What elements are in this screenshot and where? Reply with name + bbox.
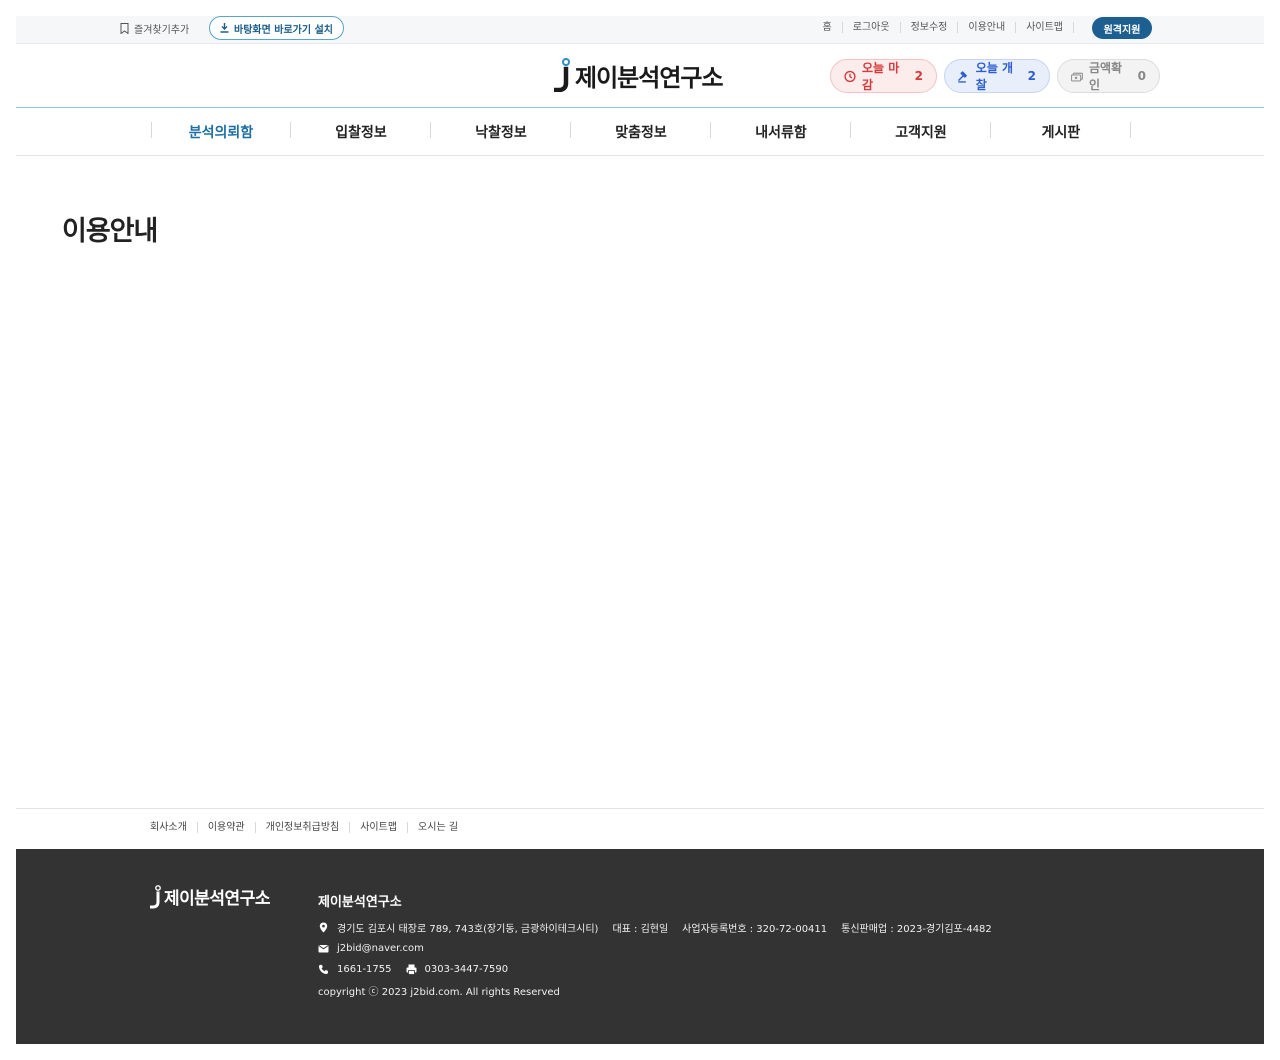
nav-item-customer-support[interactable]: 고객지원 [851, 108, 991, 156]
footer-email: j2bid@naver.com [337, 943, 424, 954]
footer-ceo: 대표 : 김현일 [612, 924, 669, 935]
footer-fax: 0303-3447-7590 [424, 964, 509, 975]
nav-item-custom-info[interactable]: 맞춤정보 [571, 108, 711, 156]
site-footer: 제이분석연구소 제이분석연구소 경기도 김포시 태장로 789, 743호(장기… [16, 849, 1264, 1044]
footer-link-row: 회사소개 이용약관 개인정보취급방침 사이트맵 오시는 길 [140, 822, 468, 833]
main-nav-list: 분석의뢰함 입찰정보 낙찰정보 맞춤정보 내서류함 고객지원 게시판 [151, 108, 1131, 156]
footer-email-line: j2bid@naver.com [318, 938, 992, 959]
bookmark-icon [120, 23, 129, 34]
footer-company-info: 제이분석연구소 경기도 김포시 태장로 789, 743호(장기동, 금광하이테… [318, 891, 992, 1001]
footer-link-privacy[interactable]: 개인정보취급방침 [254, 822, 350, 833]
footer-contact-line: 1661-1755 0303-3447-7590 [318, 959, 992, 980]
footer-logo: 제이분석연구소 [150, 885, 270, 909]
amount-check-count: 0 [1137, 69, 1146, 83]
mail-icon [318, 945, 329, 953]
download-icon [220, 23, 229, 33]
logo-mark-icon [554, 58, 570, 92]
today-opening-label: 오늘 개찰 [975, 61, 1014, 92]
footer-address: 경기도 김포시 태장로 789, 743호(장기동, 금광하이테크시티) [337, 924, 599, 935]
page-title: 이용안내 [62, 216, 158, 247]
nav-item-my-documents[interactable]: 내서류함 [711, 108, 851, 156]
site-header: 제이분석연구소 오늘 마감 2 오늘 개찰 2 금액확인 0 [16, 44, 1264, 108]
footer-copyright: copyright ⓒ 2023 j2bid.com. All rights R… [318, 987, 560, 998]
remote-support-button[interactable]: 원격지원 [1092, 17, 1152, 39]
footer-link-terms[interactable]: 이용약관 [196, 822, 255, 833]
today-deadline-label: 오늘 마감 [862, 61, 900, 92]
today-deadline-count: 2 [914, 69, 923, 83]
home-link[interactable]: 홈 [813, 22, 842, 33]
footer-links: 회사소개 이용약관 개인정보취급방침 사이트맵 오시는 길 [16, 808, 1264, 849]
desktop-shortcut-button[interactable]: 바탕화면 바로가기 설치 [209, 16, 344, 40]
today-opening-button[interactable]: 오늘 개찰 2 [944, 59, 1050, 93]
footer-link-sitemap[interactable]: 사이트맵 [349, 822, 407, 833]
money-icon [1071, 72, 1083, 82]
footer-business-number: 사업자등록번호 : 320-72-00411 [682, 924, 828, 935]
footer-address-line: 경기도 김포시 태장로 789, 743호(장기동, 금광하이테크시티) 대표 … [318, 917, 992, 938]
logo-text: 제이분석연구소 [575, 64, 724, 92]
footer-link-directions[interactable]: 오시는 길 [407, 822, 468, 833]
footer-link-about[interactable]: 회사소개 [140, 822, 197, 833]
amount-check-button[interactable]: 금액확인 0 [1057, 59, 1160, 93]
usage-guide-link[interactable]: 이용안내 [957, 22, 1015, 33]
location-pin-icon [319, 922, 328, 933]
today-opening-count: 2 [1027, 69, 1036, 83]
main-nav: 분석의뢰함 입찰정보 낙찰정보 맞춤정보 내서류함 고객지원 게시판 [16, 108, 1264, 156]
site-logo[interactable]: 제이분석연구소 [554, 58, 724, 92]
footer-company-name: 제이분석연구소 [318, 895, 402, 910]
amount-check-label: 금액확인 [1088, 61, 1123, 92]
logout-link[interactable]: 로그아웃 [841, 22, 900, 33]
nav-item-award-info[interactable]: 낙찰정보 [431, 108, 571, 156]
desktop-shortcut-label: 바탕화면 바로가기 설치 [234, 24, 333, 36]
footer-phone: 1661-1755 [337, 964, 392, 975]
utility-bar: 즐겨찾기추가 바탕화면 바로가기 설치 홈 로그아웃 정보수정 이용안내 사이트… [16, 16, 1264, 44]
sitemap-link[interactable]: 사이트맵 [1015, 22, 1074, 33]
gavel-icon [958, 70, 967, 83]
page-frame: 즐겨찾기추가 바탕화면 바로가기 설치 홈 로그아웃 정보수정 이용안내 사이트… [16, 16, 1264, 1044]
nav-item-analysis-requests[interactable]: 분석의뢰함 [151, 108, 291, 156]
bookmark-link[interactable]: 즐겨찾기추가 [120, 21, 189, 36]
fax-printer-icon [406, 964, 417, 975]
bookmark-label: 즐겨찾기추가 [134, 25, 190, 36]
footer-logo-text: 제이분석연구소 [164, 889, 270, 909]
utility-links: 홈 로그아웃 정보수정 이용안내 사이트맵 [813, 22, 1074, 33]
today-deadline-button[interactable]: 오늘 마감 2 [830, 59, 937, 93]
nav-item-board[interactable]: 게시판 [991, 108, 1131, 156]
nav-item-bid-info[interactable]: 입찰정보 [291, 108, 431, 156]
edit-profile-link[interactable]: 정보수정 [899, 22, 958, 33]
clock-icon [844, 70, 856, 82]
footer-logo-mark-icon [150, 885, 161, 909]
footer-mail-order-number: 통신판매업 : 2023-경기김포-4482 [841, 924, 992, 935]
phone-icon [318, 964, 328, 975]
